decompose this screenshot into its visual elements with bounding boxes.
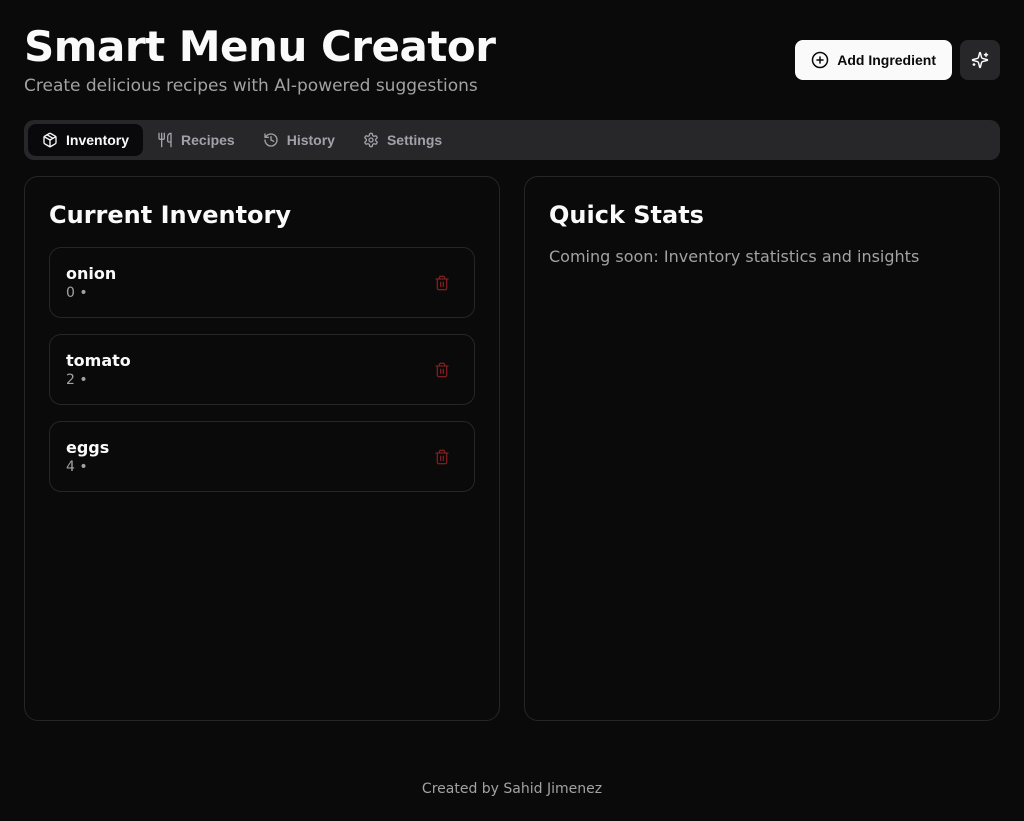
settings-icon bbox=[363, 132, 379, 148]
sparkles-icon bbox=[971, 51, 989, 69]
tab-settings[interactable]: Settings bbox=[349, 124, 456, 156]
tab-history-label: History bbox=[287, 132, 335, 148]
footer-text: Created by Sahid Jimenez bbox=[24, 781, 1000, 797]
stats-card: Quick Stats Coming soon: Inventory stati… bbox=[524, 176, 1000, 721]
inventory-item-meta: 4 • bbox=[66, 459, 109, 475]
inventory-item-name: eggs bbox=[66, 438, 109, 457]
delete-item-button[interactable] bbox=[426, 354, 458, 386]
tab-settings-label: Settings bbox=[387, 132, 442, 148]
delete-item-button[interactable] bbox=[426, 267, 458, 299]
inventory-item: tomato 2 • bbox=[49, 334, 475, 405]
inventory-item-meta: 0 • bbox=[66, 285, 116, 301]
package-icon bbox=[42, 132, 58, 148]
trash-icon bbox=[434, 275, 450, 291]
history-icon bbox=[263, 132, 279, 148]
stats-body: Coming soon: Inventory statistics and in… bbox=[549, 247, 975, 266]
tab-inventory-label: Inventory bbox=[66, 132, 129, 148]
trash-icon bbox=[434, 362, 450, 378]
inventory-item: eggs 4 • bbox=[49, 421, 475, 492]
page-title: Smart Menu Creator bbox=[24, 24, 495, 70]
add-ingredient-label: Add Ingredient bbox=[837, 52, 936, 68]
tab-inventory[interactable]: Inventory bbox=[28, 124, 143, 156]
tab-recipes-label: Recipes bbox=[181, 132, 235, 148]
add-ingredient-button[interactable]: Add Ingredient bbox=[795, 40, 952, 80]
sparkles-button[interactable] bbox=[960, 40, 1000, 80]
inventory-heading: Current Inventory bbox=[49, 201, 475, 229]
stats-heading: Quick Stats bbox=[549, 201, 975, 229]
trash-icon bbox=[434, 449, 450, 465]
page-subtitle: Create delicious recipes with AI-powered… bbox=[24, 76, 495, 96]
utensils-icon bbox=[157, 132, 173, 148]
inventory-item: onion 0 • bbox=[49, 247, 475, 318]
tab-recipes[interactable]: Recipes bbox=[143, 124, 249, 156]
tab-history[interactable]: History bbox=[249, 124, 349, 156]
inventory-card: Current Inventory onion 0 • tomato 2 • egg… bbox=[24, 176, 500, 721]
delete-item-button[interactable] bbox=[426, 441, 458, 473]
plus-circle-icon bbox=[811, 51, 829, 69]
inventory-item-name: onion bbox=[66, 264, 116, 283]
tab-list: Inventory Recipes History bbox=[24, 120, 1000, 160]
inventory-item-name: tomato bbox=[66, 351, 131, 370]
inventory-item-meta: 2 • bbox=[66, 372, 131, 388]
